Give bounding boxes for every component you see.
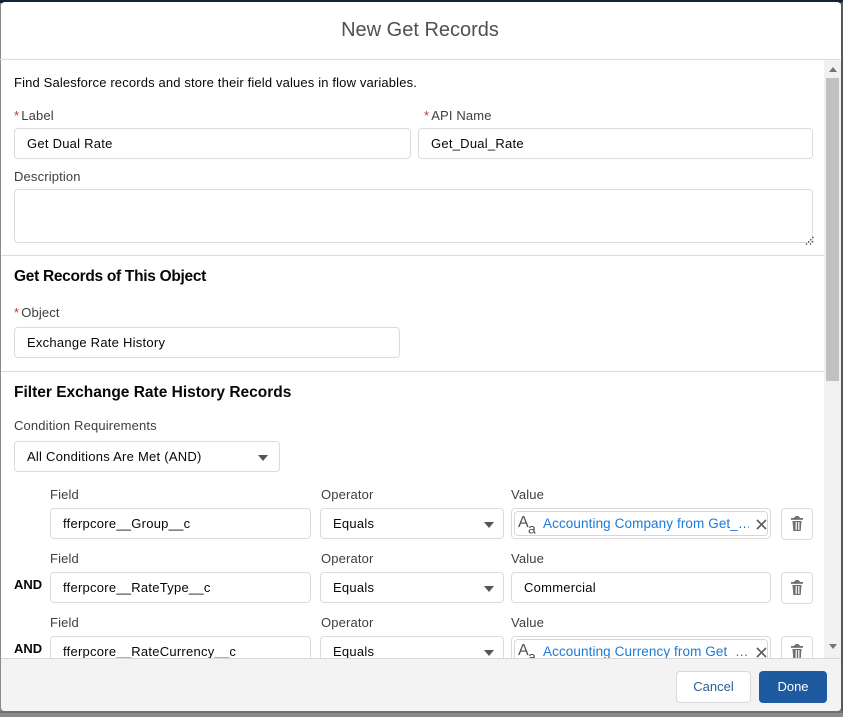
svg-text:a: a [528,521,536,537]
svg-text:a: a [528,649,536,658]
